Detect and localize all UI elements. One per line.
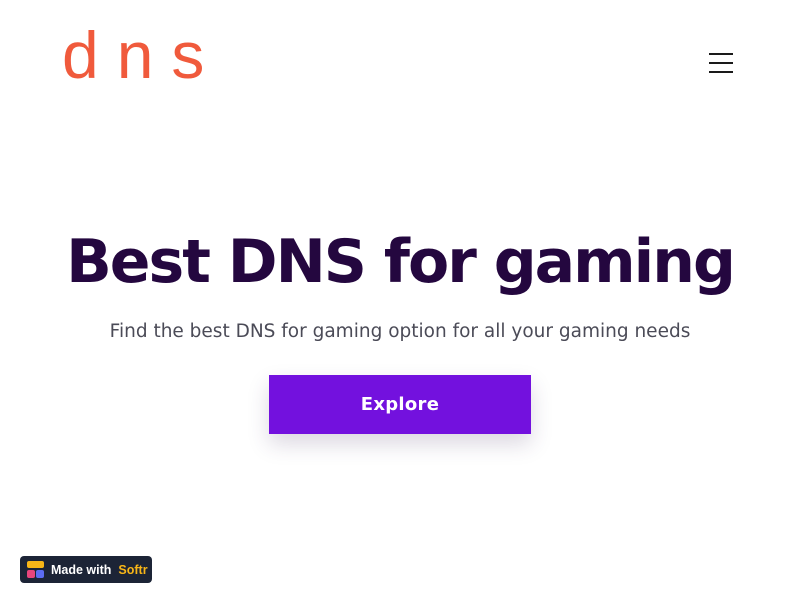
site-logo[interactable]: dns <box>62 22 222 88</box>
hero-title: Best DNS for gaming <box>66 227 736 297</box>
page: dns Best DNS for gaming Find the best DN… <box>0 0 800 600</box>
softr-logo-icon <box>27 561 44 578</box>
badge-brand-label: Softr <box>118 562 148 577</box>
badge-made-with-label: Made with <box>51 562 112 577</box>
hero-section: Best DNS for gaming Find the best DNS fo… <box>0 222 800 344</box>
explore-button[interactable]: Explore <box>269 375 531 434</box>
hero-subtitle: Find the best DNS for gaming option for … <box>109 321 691 342</box>
hamburger-menu-icon[interactable] <box>706 50 736 76</box>
made-with-softr-badge[interactable]: Made with Softr <box>20 556 152 583</box>
